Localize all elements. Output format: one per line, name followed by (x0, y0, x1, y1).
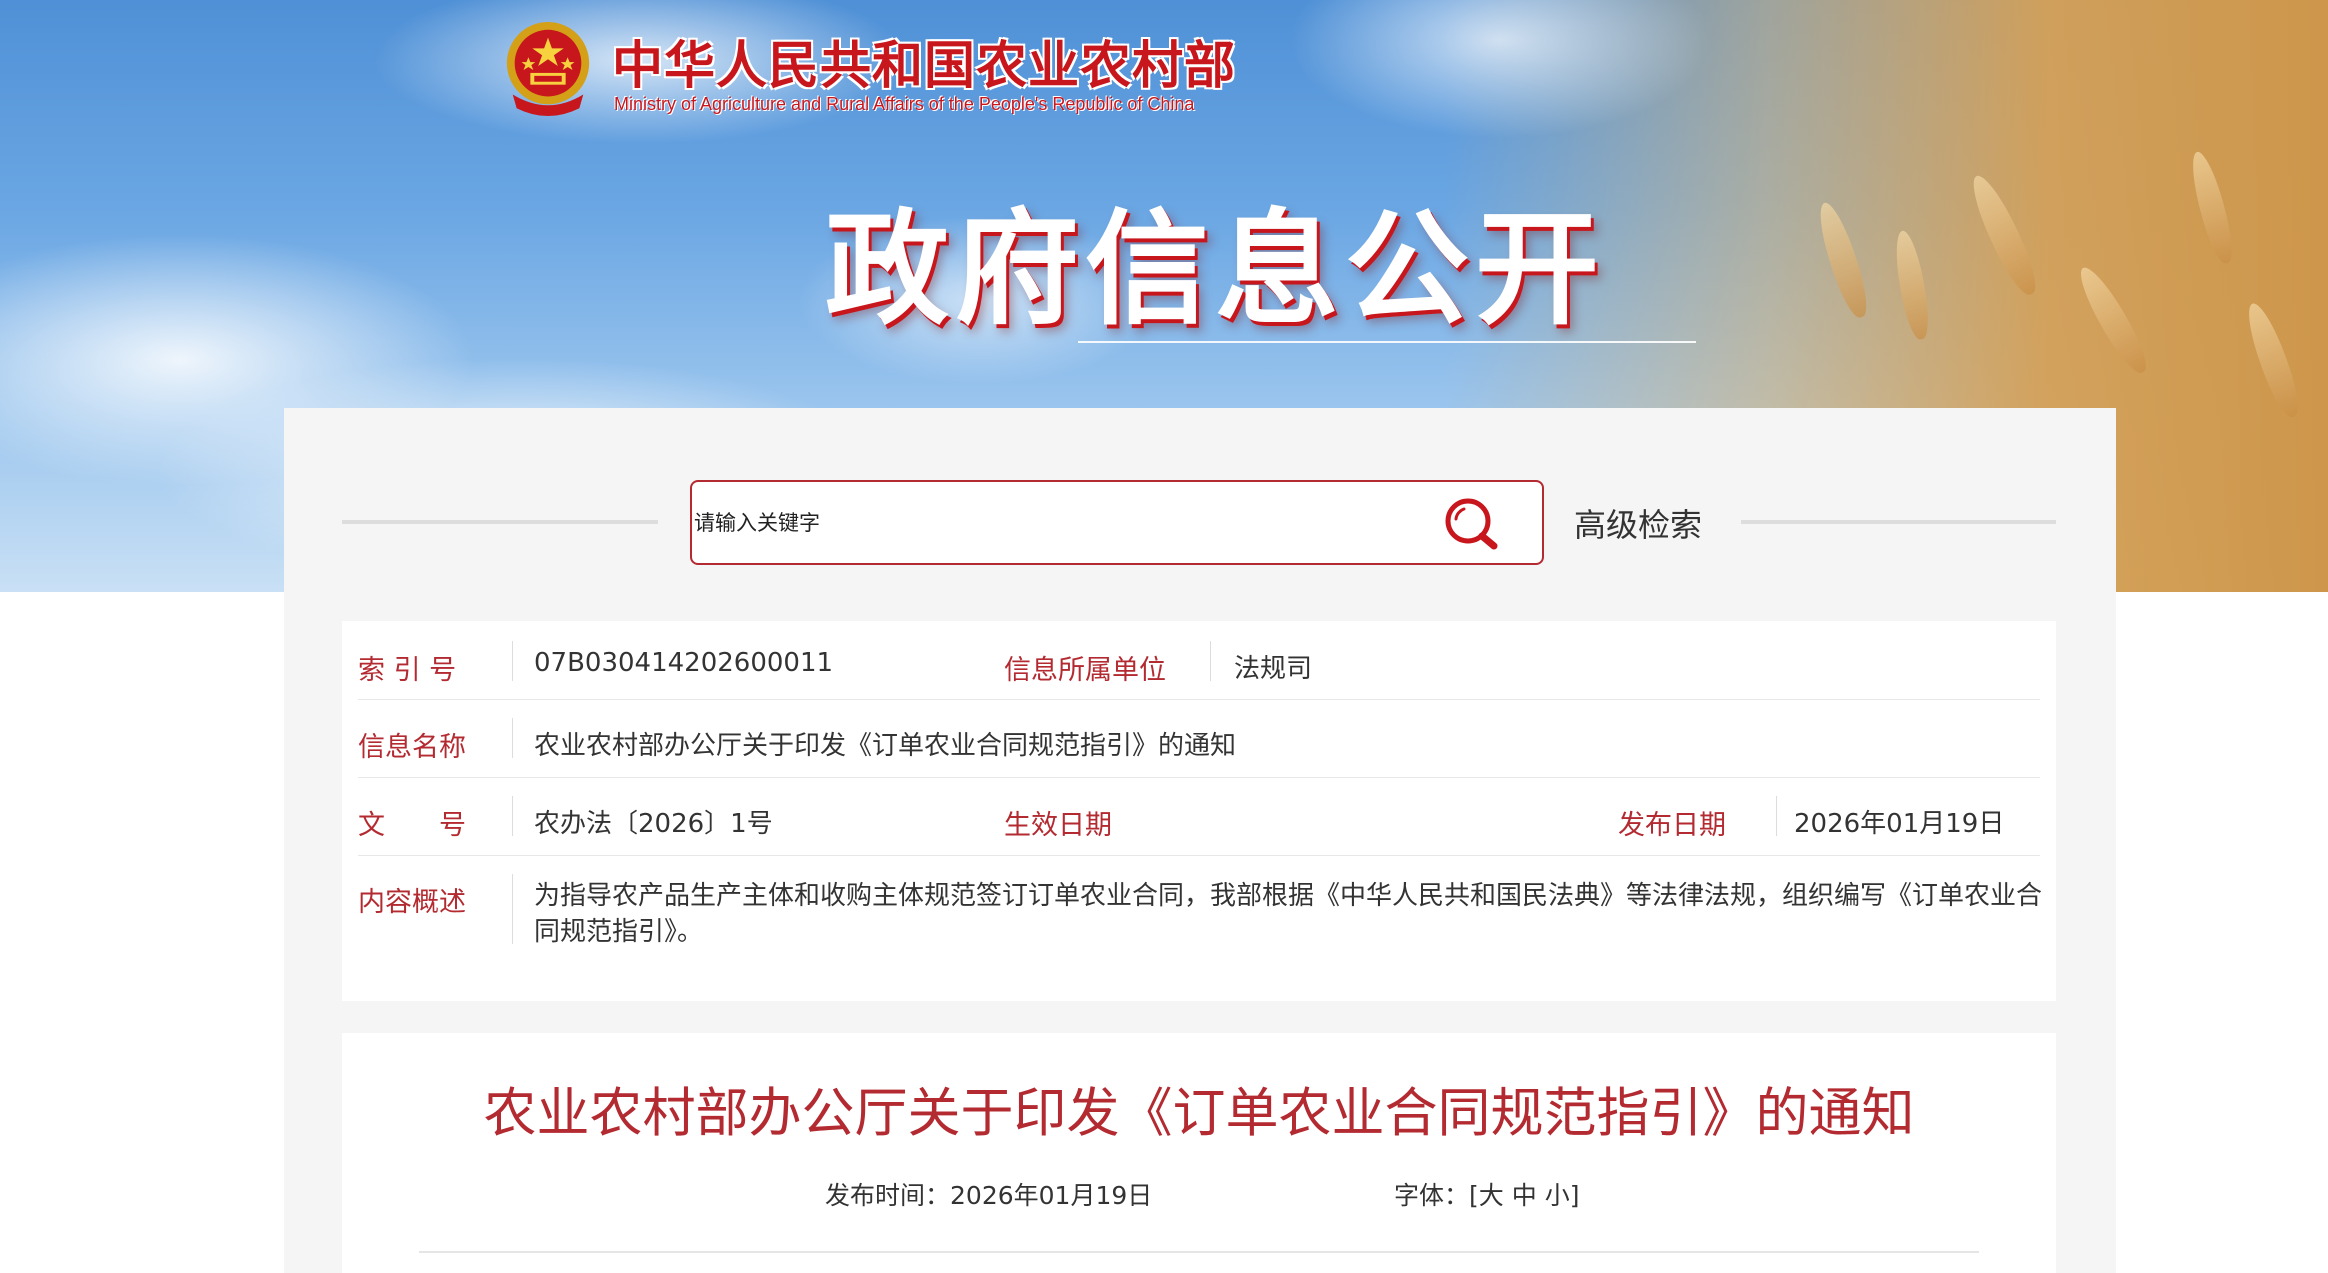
name-value: 农业农村部办公厅关于印发《订单农业合同规范指引》的通知 (534, 731, 1237, 761)
index-label: 索 引 号 (358, 655, 457, 686)
article-title: 农业农村部办公厅关于印发《订单农业合同规范指引》的通知 (483, 1083, 1915, 1144)
wheat-decoration (2240, 299, 2306, 421)
name-label: 信息名称 (358, 732, 466, 763)
info-row-index: 索 引 号 07B030414202600011 信息所属单位 法规司 (358, 621, 2040, 700)
publish-time: 发布时间：2026年01月19日 (825, 1176, 1152, 1212)
summary-value: 为指导农产品生产主体和收购主体规范签订订单农业合同，我部根据《中华人民共和国民法… (534, 881, 2043, 947)
column-separator (512, 796, 513, 836)
column-separator (1776, 796, 1777, 836)
doc-no-value: 农办法〔2026〕1号 (534, 809, 773, 839)
index-value: 07B030414202600011 (534, 648, 834, 678)
column-separator (512, 874, 513, 944)
column-separator (512, 641, 513, 681)
search-bar (690, 480, 1544, 565)
unit-value: 法规司 (1234, 654, 1313, 684)
publish-date-value: 2026年01月19日 (1794, 809, 2005, 839)
article-divider (419, 1251, 1979, 1253)
wheat-decoration (1890, 228, 1934, 342)
national-emblem-icon (506, 21, 590, 117)
wheat-decoration (2185, 148, 2239, 267)
column-separator (512, 718, 513, 758)
font-small-button[interactable]: 小 (1545, 1181, 1570, 1210)
font-size-switcher: 字体：[大 中 小] (1394, 1176, 1580, 1212)
article-card: 农业农村部办公厅关于印发《订单农业合同规范指引》的通知 发布时间：2026年01… (342, 1033, 2056, 1273)
publish-time-value: 2026年01月19日 (950, 1181, 1153, 1210)
info-row-summary: 内容概述 为指导农产品生产主体和收购主体规范签订订单农业合同，我部根据《中华人民… (358, 856, 2042, 956)
publish-time-label: 发布时间： (825, 1181, 951, 1210)
banner-title: 政府信息公开 (824, 198, 1605, 342)
advanced-search-link[interactable]: 高级检索 (1574, 500, 1724, 546)
search-input[interactable] (694, 500, 1414, 546)
doc-no-label: 文 号 (358, 810, 466, 841)
summary-label: 内容概述 (358, 887, 466, 918)
ministry-name-en: Ministry of Agriculture and Rural Affair… (614, 94, 1195, 114)
font-bracket-close: ] (1569, 1181, 1580, 1210)
font-size-label: 字体： (1394, 1181, 1470, 1210)
info-table: 索 引 号 07B030414202600011 信息所属单位 法规司 信息名称… (342, 621, 2056, 1001)
effective-date-label: 生效日期 (1004, 810, 1112, 841)
info-row-doc-no: 文 号 农办法〔2026〕1号 生效日期 发布日期 2026年01月19日 (358, 778, 2040, 856)
font-large-button[interactable]: 大 (1479, 1181, 1504, 1210)
font-medium-button[interactable]: 中 (1512, 1181, 1537, 1210)
search-divider-left (342, 520, 658, 524)
wheat-decoration (1812, 198, 1874, 322)
unit-label: 信息所属单位 (1004, 655, 1166, 686)
info-row-name: 信息名称 农业农村部办公厅关于印发《订单农业合同规范指引》的通知 (358, 700, 2040, 778)
ministry-name-cn: 中华人民共和国农业农村部 (612, 36, 1237, 96)
search-icon[interactable] (1440, 494, 1504, 554)
column-separator (1210, 641, 1211, 681)
wheat-decoration (1963, 170, 2045, 300)
banner-divider (1078, 341, 1696, 343)
wheat-decoration (2071, 261, 2155, 379)
search-divider-right (1741, 520, 2056, 524)
publish-date-label: 发布日期 (1618, 810, 1726, 841)
font-bracket-open: [ (1469, 1181, 1479, 1210)
